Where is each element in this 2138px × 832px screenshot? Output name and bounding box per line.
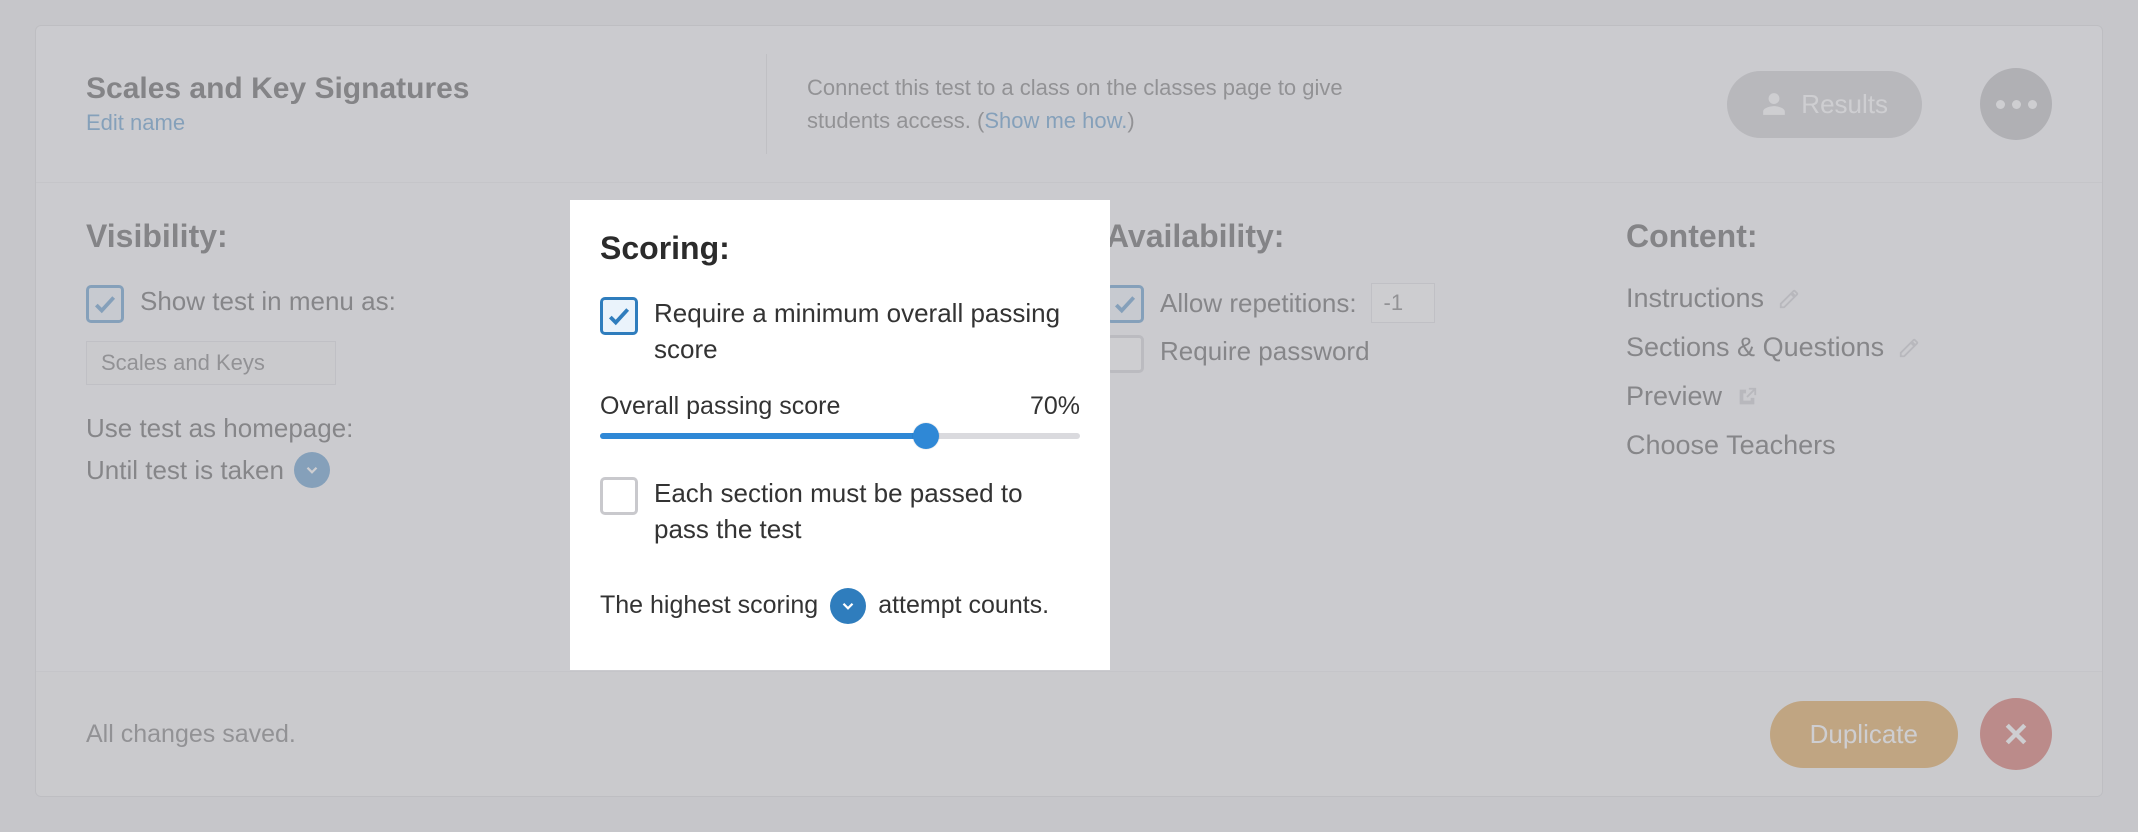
external-link-icon [1736,386,1758,408]
edit-icon [1898,337,1920,359]
save-status: All changes saved. [86,720,296,749]
require-password-checkbox[interactable] [1106,335,1144,373]
chevron-down-icon [839,597,857,615]
check-icon [1112,291,1138,317]
content-heading: Content: [1626,218,2052,255]
divider [766,54,767,154]
homepage-select-toggle[interactable] [294,452,330,488]
preview-link[interactable]: Preview [1626,381,1722,412]
close-button[interactable] [1980,698,2052,770]
homepage-select-value[interactable]: Until test is taken [86,455,284,486]
choose-teachers-link[interactable]: Choose Teachers [1626,430,1836,461]
close-icon [2001,719,2031,749]
slider-thumb[interactable] [913,423,939,449]
each-section-label: Each section must be passed to pass the … [654,475,1080,548]
visibility-heading: Visibility: [86,218,586,255]
person-icon [1761,91,1787,117]
allow-repetitions-checkbox[interactable] [1106,285,1144,323]
require-min-label: Require a minimum overall passing score [654,295,1080,368]
scoring-heading: Scoring: [600,230,1080,267]
edit-name-link[interactable]: Edit name [86,110,726,136]
check-icon [92,291,118,317]
menu-name-input[interactable] [86,341,336,385]
show-in-menu-label: Show test in menu as: [140,283,396,319]
repetitions-input[interactable] [1371,283,1435,323]
homepage-label: Use test as homepage: [86,413,586,444]
show-me-how-link[interactable]: Show me how. [984,108,1127,133]
allow-repetitions-label: Allow repetitions: [1160,285,1357,321]
duplicate-button[interactable]: Duplicate [1770,701,1958,768]
sections-link[interactable]: Sections & Questions [1626,332,1884,363]
page-title: Scales and Key Signatures [86,72,726,106]
attempt-suffix: attempt counts. [878,591,1049,620]
each-section-checkbox[interactable] [600,477,638,515]
overall-score-label: Overall passing score [600,392,840,421]
edit-icon [1778,288,1800,310]
attempt-select-toggle[interactable] [830,588,866,624]
connect-suffix: ) [1127,108,1134,133]
require-min-checkbox[interactable] [600,297,638,335]
attempt-prefix: The highest scoring [600,591,818,620]
require-password-label: Require password [1160,333,1370,369]
dots-icon [1996,100,2037,109]
show-in-menu-checkbox[interactable] [86,285,124,323]
check-icon [606,303,632,329]
availability-heading: Availability: [1106,218,1626,255]
overall-score-value: 70% [1030,392,1080,421]
overall-score-slider[interactable] [600,433,1080,439]
results-label: Results [1801,89,1888,120]
slider-fill [600,433,926,439]
results-button[interactable]: Results [1727,71,1922,138]
instructions-link[interactable]: Instructions [1626,283,1764,314]
chevron-down-icon [303,461,321,479]
more-button[interactable] [1980,68,2052,140]
connect-help-text: Connect this test to a class on the clas… [807,71,1367,137]
